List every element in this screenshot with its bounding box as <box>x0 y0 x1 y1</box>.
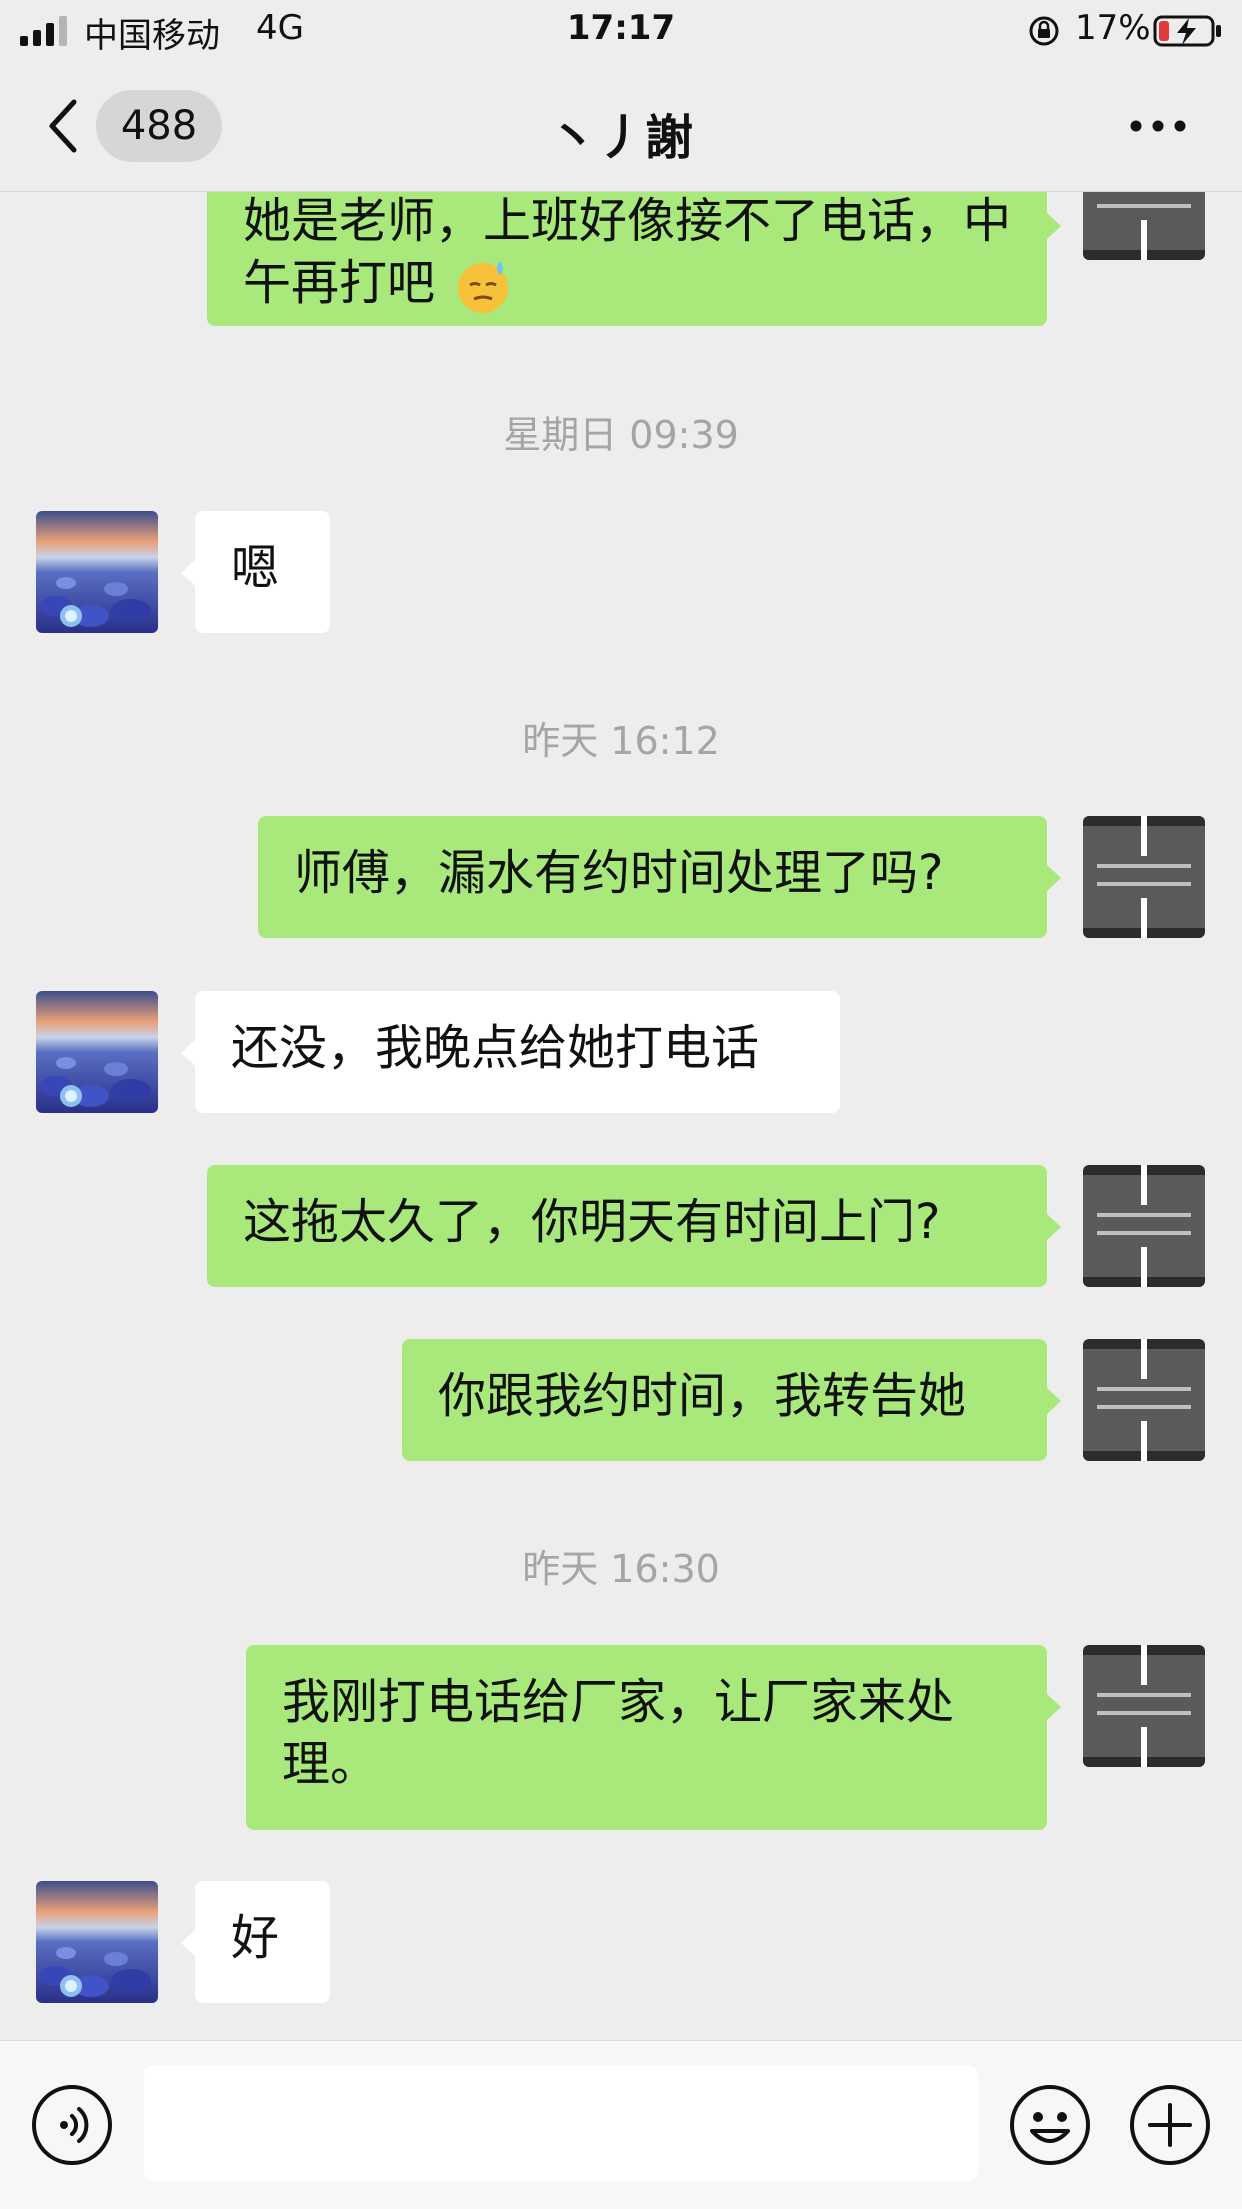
message-text: 你跟我约时间，我转告她 <box>438 1368 967 1424</box>
contact-avatar[interactable] <box>36 511 158 633</box>
my-avatar[interactable] <box>1083 1165 1205 1287</box>
message-bubble-received[interactable]: 还没，我晚点给她打电话 <box>181 991 840 1113</box>
message-text: 还没，我晚点给她打电话 <box>231 1020 760 1076</box>
message-input[interactable] <box>144 2065 978 2181</box>
plus-circle-icon[interactable] <box>1128 2083 1212 2167</box>
message-list[interactable]: 她是老师，上班好像接不了电话，中午再打吧 星期日 09:39 嗯 昨天 16:1… <box>0 0 1242 2040</box>
rotation-lock-icon <box>1029 16 1059 46</box>
more-dots-icon[interactable] <box>1128 114 1188 138</box>
timestamp: 昨天 16:30 <box>522 1547 720 1591</box>
message-text: 我刚打电话给厂家，让厂家来处理。 <box>282 1674 955 1792</box>
message-bubble-sent[interactable]: 这拖太久了，你明天有时间上门? <box>207 1165 1061 1287</box>
timestamp: 星期日 09:39 <box>503 413 739 457</box>
sweat-smile-emoji-icon <box>458 261 509 313</box>
battery-charging-icon <box>1153 15 1221 47</box>
message-text: 师傅，漏水有约时间处理了吗? <box>294 845 944 901</box>
emoji-face-icon[interactable] <box>1008 2083 1092 2167</box>
message-bubble-sent[interactable]: 我刚打电话给厂家，让厂家来处理。 <box>246 1645 1061 1830</box>
message-text: 嗯 <box>231 540 280 596</box>
voice-icon[interactable] <box>30 2083 114 2167</box>
message-text: 好 <box>231 1910 280 1966</box>
chat-title: 丶丿謝 <box>548 110 693 166</box>
my-avatar[interactable] <box>1083 1645 1205 1767</box>
my-avatar[interactable] <box>1083 816 1205 938</box>
message-bubble-received[interactable]: 好 <box>181 1881 330 2003</box>
my-avatar[interactable] <box>1083 1339 1205 1461</box>
message-text: 这拖太久了，你明天有时间上门? <box>243 1194 941 1250</box>
status-bar: 中国移动 4G 17:17 17% <box>0 0 1242 60</box>
timestamp: 昨天 16:12 <box>522 719 720 763</box>
message-bubble-received[interactable]: 嗯 <box>181 511 330 633</box>
battery-percent: 17% <box>1075 8 1151 48</box>
input-bar <box>0 2040 1242 2209</box>
nav-bar: 488 丶丿謝 <box>0 60 1242 192</box>
message-text: 她是老师，上班好像接不了电话，中午再打吧 <box>243 193 1012 311</box>
contact-avatar[interactable] <box>36 1881 158 2003</box>
contact-avatar[interactable] <box>36 991 158 1113</box>
message-bubble-sent[interactable]: 师傅，漏水有约时间处理了吗? <box>258 816 1061 938</box>
message-bubble-sent[interactable]: 你跟我约时间，我转告她 <box>402 1339 1061 1461</box>
